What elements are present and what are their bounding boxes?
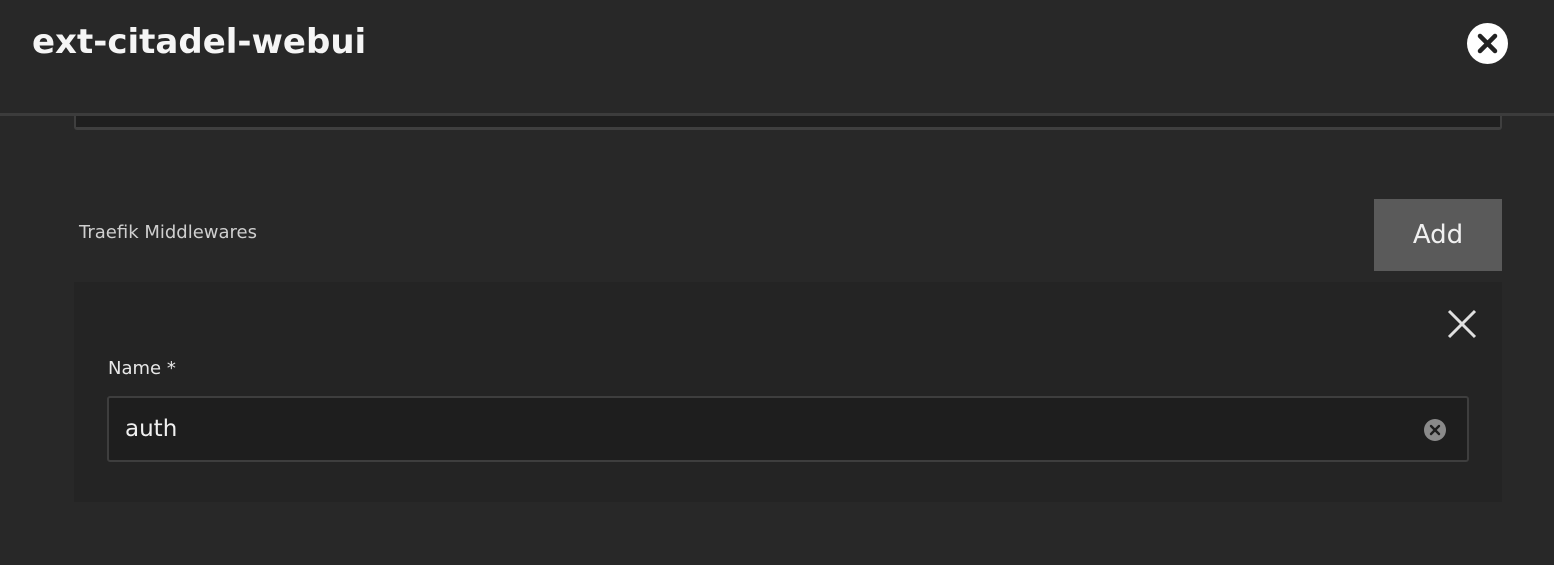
dialog-header: ext-citadel-webui <box>0 0 1554 116</box>
close-icon <box>1447 309 1477 339</box>
close-circle-icon <box>1477 33 1498 54</box>
middleware-item-card: Name * <box>74 282 1502 502</box>
close-dialog-button[interactable] <box>1467 23 1508 64</box>
dialog-title: ext-citadel-webui <box>32 22 367 62</box>
previous-field-edge <box>74 116 1502 130</box>
clear-circle-icon <box>1424 419 1446 441</box>
name-field-label: Name * <box>108 358 176 379</box>
section-label-traefik-middlewares: Traefik Middlewares <box>79 222 258 243</box>
name-input-container <box>107 396 1469 462</box>
name-input[interactable] <box>125 398 1405 460</box>
add-middleware-button[interactable]: Add <box>1374 199 1502 271</box>
clear-input-button[interactable] <box>1423 418 1447 442</box>
remove-middleware-button[interactable] <box>1446 308 1478 340</box>
